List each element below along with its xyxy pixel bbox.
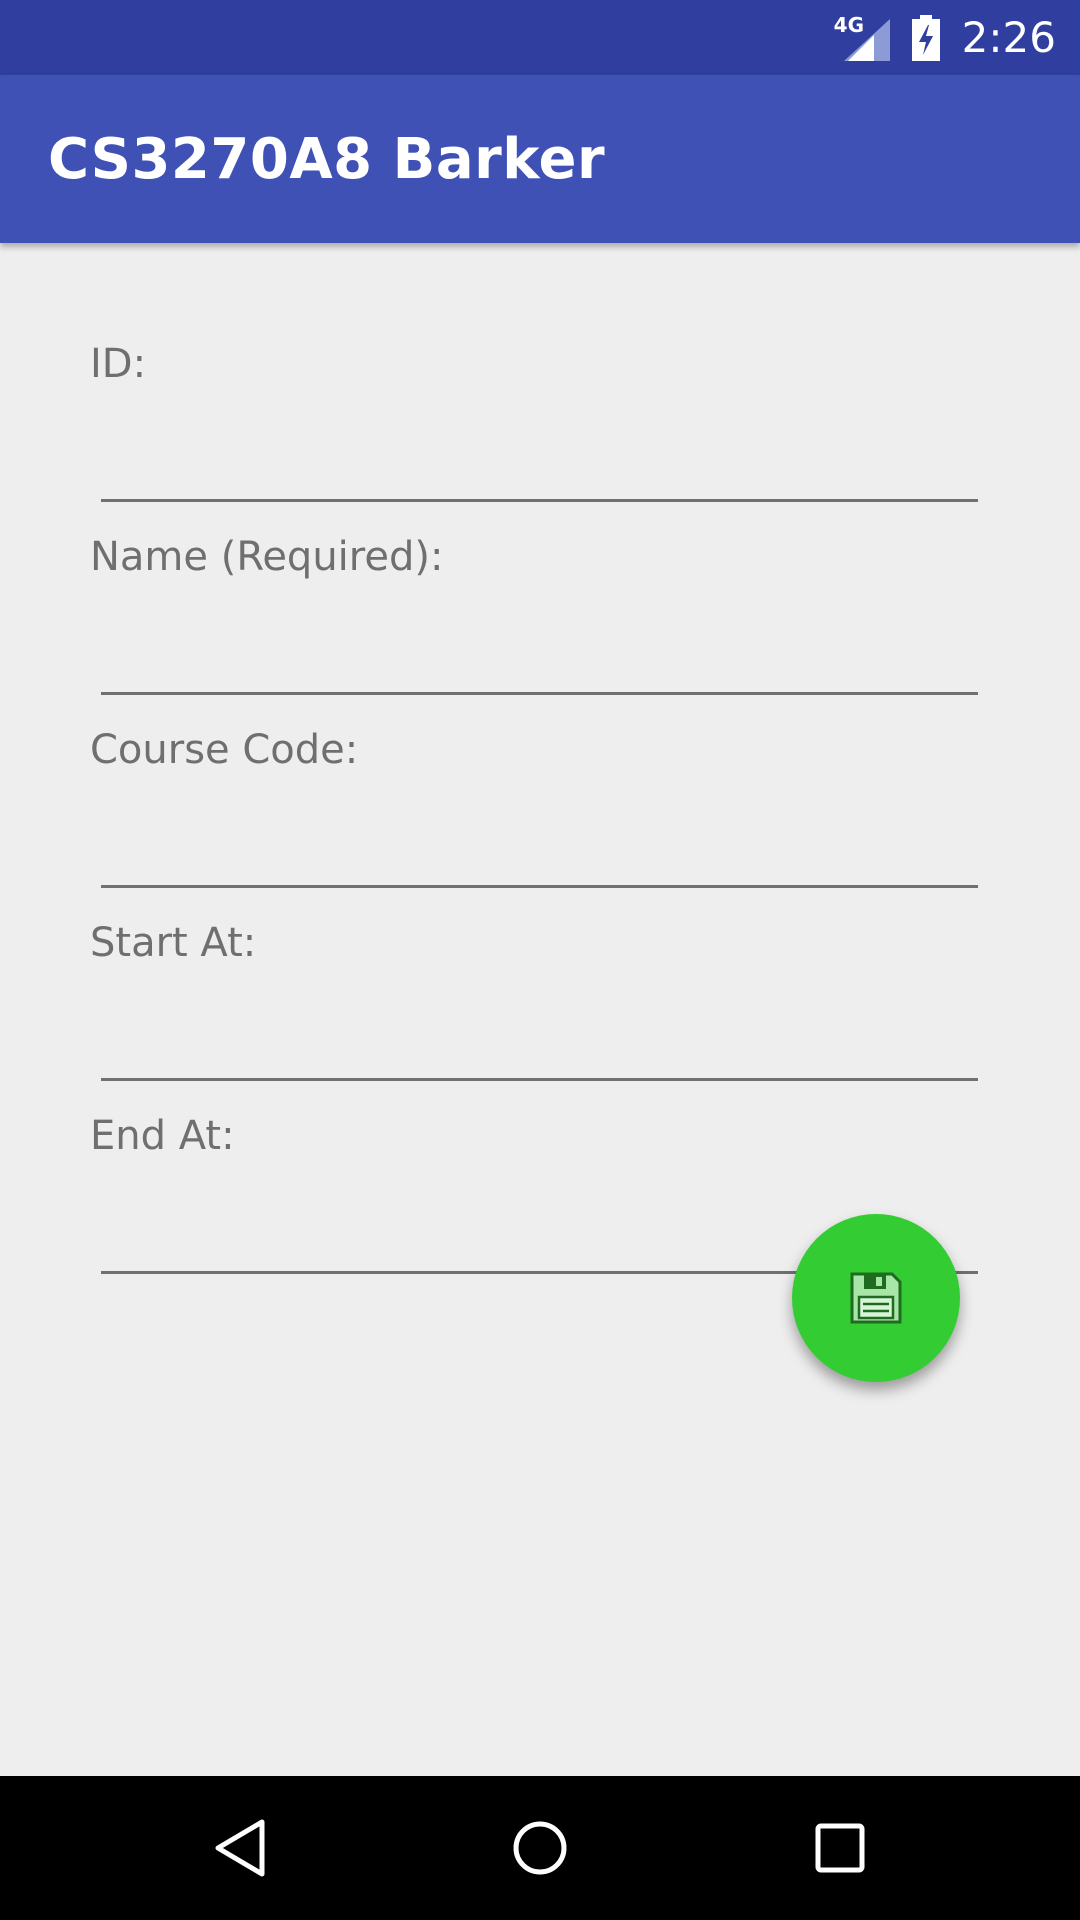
app-bar: CS3270A8 Barker [0, 75, 1080, 243]
recents-icon [815, 1823, 865, 1873]
name-input[interactable] [101, 615, 978, 695]
status-icons: 4G 2:26 [834, 0, 1056, 75]
clock: 2:26 [961, 13, 1056, 62]
app-title: CS3270A8 Barker [48, 127, 606, 192]
navigation-bar [0, 1776, 1080, 1920]
recents-button[interactable] [760, 1776, 920, 1920]
start-at-input[interactable] [101, 1001, 978, 1081]
course-code-input[interactable] [101, 808, 978, 888]
status-bar: 4G 2:26 [0, 0, 1080, 75]
save-icon [850, 1272, 902, 1324]
start-at-label: Start At: [90, 920, 257, 966]
battery-charging-icon [911, 14, 940, 61]
end-at-label: End At: [90, 1113, 235, 1159]
back-icon [215, 1819, 265, 1877]
signal-indicator: 4G [834, 13, 890, 63]
home-button[interactable] [460, 1776, 620, 1920]
save-button[interactable] [792, 1214, 960, 1382]
back-button[interactable] [160, 1776, 320, 1920]
home-icon [513, 1821, 567, 1875]
course-code-label: Course Code: [90, 727, 359, 773]
id-input[interactable] [101, 422, 978, 502]
id-label: ID: [90, 341, 147, 387]
name-label: Name (Required): [90, 534, 444, 580]
signal-icon [843, 18, 890, 61]
